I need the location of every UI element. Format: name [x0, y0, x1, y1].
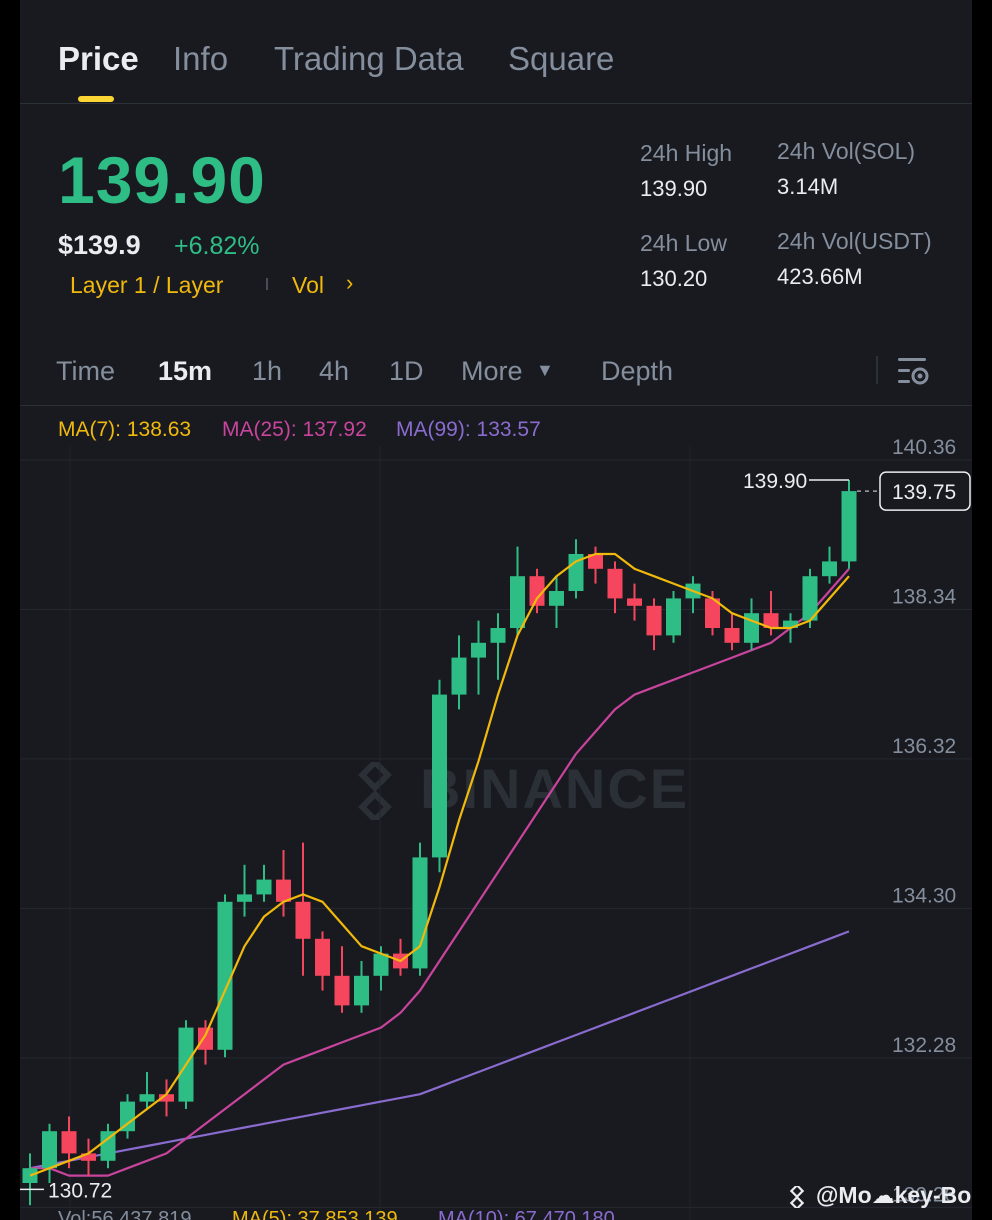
interval-15m[interactable]: 15m	[158, 356, 212, 387]
candle-up	[841, 491, 857, 562]
caret-down-icon: ▼	[536, 360, 554, 380]
candle-up	[549, 591, 564, 606]
tab-info[interactable]: Info	[173, 40, 228, 78]
stat-24h-vol-quote-label: 24h Vol(USDT)	[777, 228, 932, 254]
candle-down	[315, 938, 330, 976]
y-axis-label: 136.32	[892, 735, 956, 758]
interval-time[interactable]: Time	[56, 356, 115, 387]
candle-down	[276, 879, 291, 902]
candle-down	[724, 628, 740, 643]
interval-1d[interactable]: 1D	[389, 356, 424, 387]
interval-1h[interactable]: 1h	[252, 356, 282, 387]
candle-up	[822, 561, 837, 577]
candle-up	[42, 1131, 57, 1169]
tab-square[interactable]: Square	[508, 40, 614, 78]
candle-down	[607, 568, 623, 599]
candle-up	[451, 657, 467, 695]
interval-depth[interactable]: Depth	[601, 356, 673, 387]
candle-up	[139, 1094, 155, 1102]
candle-down	[646, 605, 662, 636]
chart-settings-icon[interactable]	[896, 354, 930, 388]
stat-24h-low-value: 130.20	[640, 266, 708, 291]
y-axis-label: 134.30	[892, 884, 956, 907]
candle-up	[256, 879, 272, 895]
candle-up	[354, 975, 369, 1006]
candle-down	[295, 901, 311, 939]
candle-up	[217, 901, 233, 1050]
interval-4h[interactable]: 4h	[319, 356, 349, 387]
interval-more-label: More	[461, 356, 523, 386]
interval-more[interactable]: More ▼	[461, 356, 554, 387]
y-axis-label: 138.34	[892, 585, 957, 608]
sector-tag[interactable]: Layer 1 / Layer	[70, 272, 223, 299]
usd-price: $139.9	[58, 230, 141, 260]
candle-up	[412, 857, 428, 969]
credit-watermark: @Mo☁key-Bo☁	[816, 1182, 972, 1208]
stat-24h-low-label: 24h Low	[640, 230, 727, 256]
stat-24h-vol-base-label: 24h Vol(SOL)	[777, 138, 916, 164]
credit-logo-icon	[789, 1186, 805, 1208]
active-tab-indicator	[78, 96, 114, 102]
volume-ma5: MA(5): 37,853.139	[232, 1208, 398, 1220]
stat-24h-high-label: 24h High	[640, 140, 733, 166]
max-price-marker: 139.90	[743, 470, 807, 493]
volume-value: Vol:56,437.819	[58, 1208, 192, 1220]
stat-24h-high-value: 139.90	[640, 176, 708, 201]
tab-price[interactable]: Price	[58, 40, 139, 78]
candle-up	[666, 598, 681, 636]
vol-tag[interactable]: Vol	[292, 272, 324, 299]
candle-up	[432, 694, 447, 858]
candle-up	[471, 642, 486, 658]
top-tab-bar: Price Info Trading Data Square	[20, 0, 972, 104]
candle-up	[490, 628, 506, 643]
interval-bar: Time 15m 1h 4h 1D More ▼ Depth	[20, 340, 972, 406]
candle-down	[627, 598, 642, 606]
tag-divider	[266, 278, 268, 290]
chevron-right-icon[interactable]: ›	[346, 270, 353, 296]
last-price-label: 139.75	[892, 481, 956, 504]
ma99-line	[29, 930, 850, 1170]
y-axis-label: 140.36	[892, 436, 956, 459]
market-detail-screen: Price Info Trading Data Square 139.90 $1…	[20, 0, 972, 1220]
y-axis-label: 132.28	[892, 1034, 956, 1057]
last-price: 139.90	[58, 143, 266, 217]
candle-up	[373, 953, 389, 976]
tab-trading-data[interactable]: Trading Data	[274, 40, 464, 78]
price-change-percent: +6.82%	[174, 232, 260, 260]
candle-down	[61, 1131, 77, 1154]
stat-24h-vol-base-value: 3.14M	[777, 174, 839, 199]
candle-down	[334, 975, 350, 1006]
candlestick-chart[interactable]: 140.36138.34136.32134.30132.28130.26139.…	[20, 406, 972, 1220]
min-price-marker: 130.72	[48, 1179, 112, 1202]
volume-ma10: MA(10): 67,470.180	[438, 1208, 615, 1220]
candle-up	[237, 894, 252, 902]
candle-up	[510, 576, 525, 628]
candle-down	[198, 1027, 213, 1050]
stat-24h-vol-quote-value: 423.66M	[777, 264, 863, 289]
interval-divider	[876, 356, 878, 384]
